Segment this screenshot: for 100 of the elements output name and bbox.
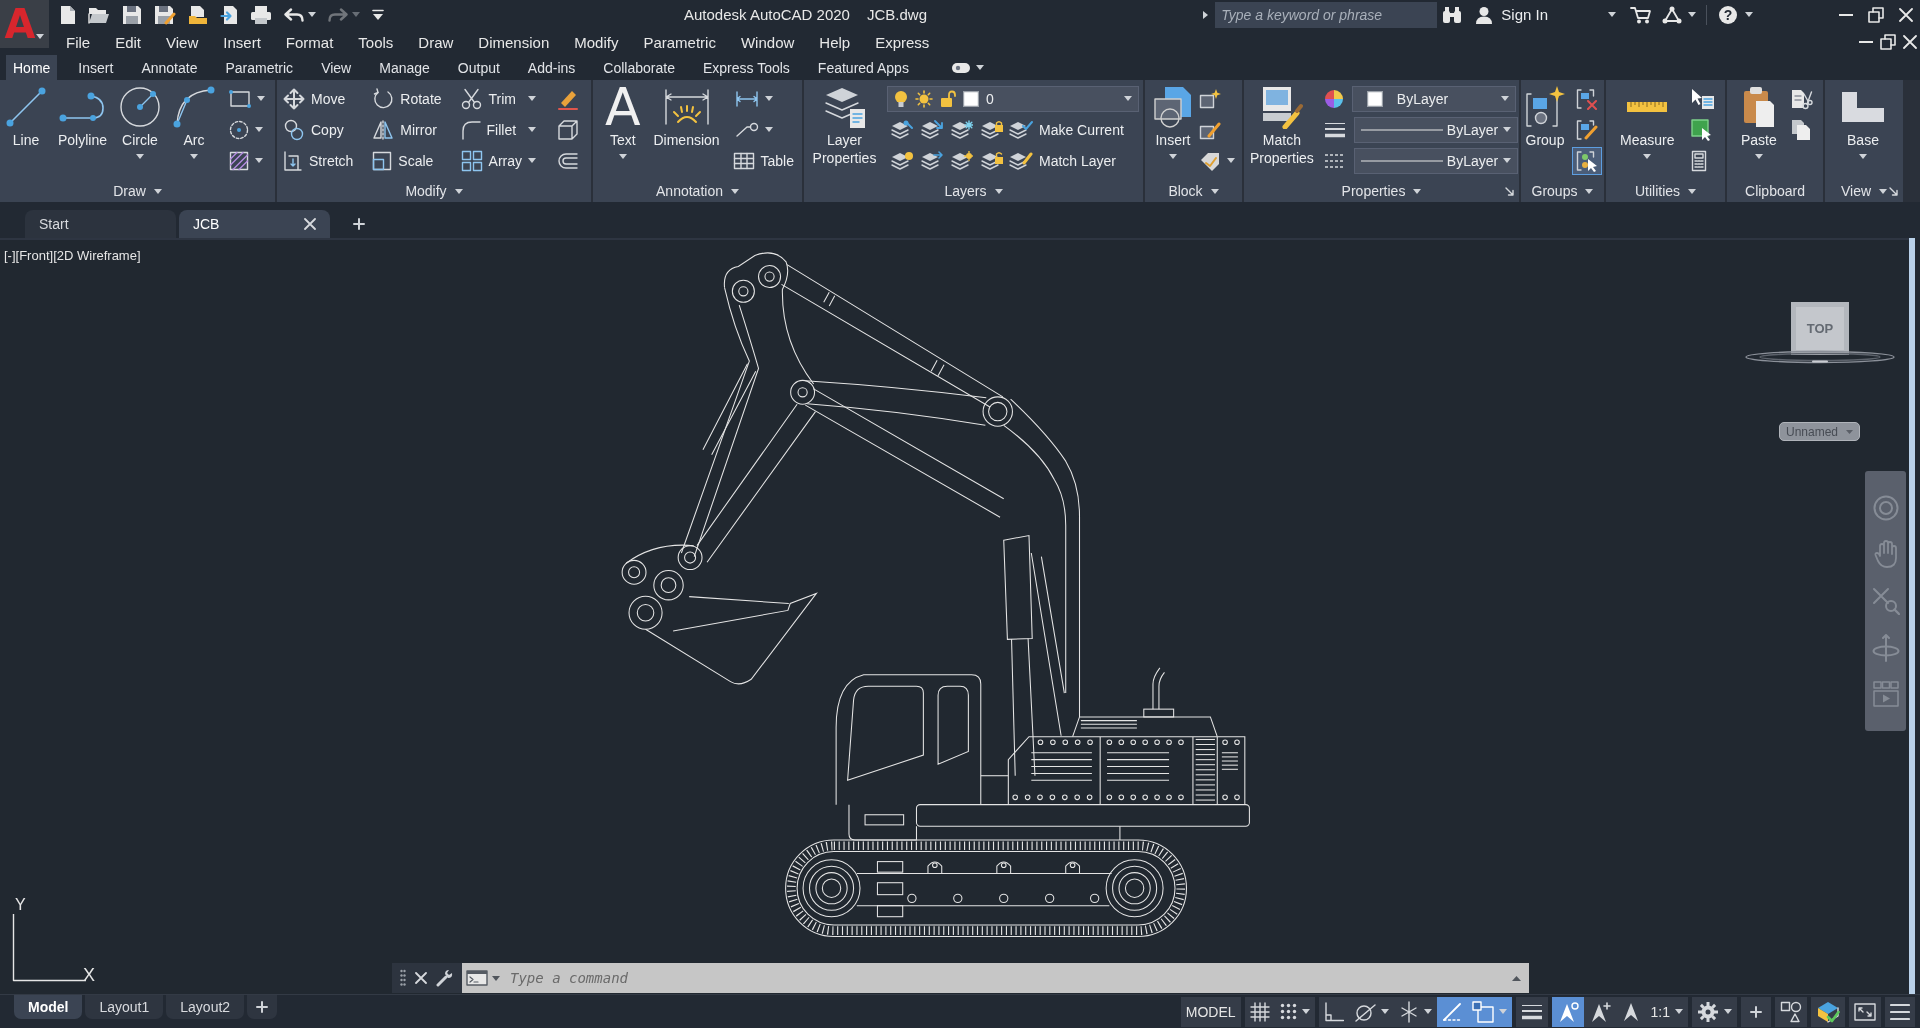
panel-title[interactable]: Properties <box>1341 181 1422 201</box>
graphics-performance-button[interactable] <box>1811 996 1845 1027</box>
panel-title[interactable]: View <box>1840 181 1888 201</box>
grip-icon[interactable] <box>400 969 407 987</box>
menu-item[interactable]: Dimension <box>478 33 550 51</box>
ribbon-tab[interactable]: Output <box>450 55 507 80</box>
dimension-button[interactable]: Dimension <box>651 83 722 149</box>
match-properties-button[interactable]: Match Properties <box>1248 83 1316 167</box>
compass-ring-icon[interactable] <box>1745 350 1895 364</box>
autoscale-button[interactable] <box>1583 996 1616 1027</box>
line-style-dropdown[interactable]: ByLayer <box>1353 147 1518 174</box>
lineweight-button[interactable] <box>1515 996 1548 1027</box>
base-view-button[interactable]: Base <box>1839 83 1887 159</box>
model-space-button[interactable]: MODEL <box>1180 996 1241 1027</box>
file-tab[interactable]: JCB <box>179 210 330 238</box>
caret-up-icon[interactable] <box>1512 975 1521 981</box>
viewport-control[interactable]: [2D Wireframe] <box>53 248 141 263</box>
mirror-button[interactable]: Mirror <box>370 115 444 144</box>
search-field[interactable]: Type a keyword or phrase <box>1215 1 1438 28</box>
copy-button[interactable]: Copy <box>281 115 356 144</box>
object-tracking-button[interactable] <box>1436 996 1467 1027</box>
menu-item[interactable]: Tools <box>358 33 394 51</box>
panel-title[interactable]: Draw <box>113 181 162 201</box>
panel-title[interactable]: Block <box>1168 181 1219 201</box>
snap-button[interactable] <box>1274 996 1315 1027</box>
panel-title[interactable]: Clipboard <box>1745 181 1805 201</box>
group-button[interactable]: Group <box>1523 83 1567 149</box>
ribbon-tab[interactable]: Featured Apps <box>810 55 916 80</box>
layout-tab[interactable]: Model <box>14 995 83 1019</box>
arc-button[interactable]: Arc <box>171 83 217 159</box>
line-button[interactable]: Line <box>4 83 48 149</box>
menu-item[interactable]: Window <box>740 33 795 51</box>
dialog-launcher-icon[interactable] <box>1505 186 1514 196</box>
ribbon-tab[interactable]: Collaborate <box>596 55 682 80</box>
close-icon[interactable] <box>1899 7 1913 22</box>
line-style-dropdown[interactable]: ByLayer <box>1353 116 1518 143</box>
caret-icon[interactable] <box>492 975 500 981</box>
menu-item[interactable]: File <box>66 33 91 51</box>
dialog-launcher-icon[interactable] <box>1889 186 1898 196</box>
plus-icon[interactable] <box>353 218 365 230</box>
close-icon[interactable] <box>415 972 427 984</box>
array-button[interactable]: Array <box>458 146 538 175</box>
menu-item[interactable]: Edit <box>115 33 142 51</box>
triangle-nodes-icon[interactable] <box>1662 5 1682 24</box>
close-icon[interactable] <box>1903 35 1917 49</box>
trim-button[interactable]: Trim <box>458 84 538 113</box>
ribbon-tab[interactable]: Manage <box>372 55 437 80</box>
isodraft-button[interactable] <box>1393 996 1437 1027</box>
move-button[interactable]: Move <box>281 84 356 113</box>
ribbon-tab[interactable]: Insert <box>71 55 121 80</box>
caret-icon[interactable] <box>1688 12 1696 17</box>
viewport-control[interactable]: [-] <box>4 248 16 263</box>
command-input[interactable]: Type a command <box>504 965 1508 991</box>
plus-icon[interactable] <box>256 1001 269 1013</box>
plus-button[interactable] <box>1741 996 1771 1027</box>
close-icon[interactable] <box>304 218 316 230</box>
table-button[interactable]: Table <box>730 146 796 175</box>
scale-button[interactable]: Scale <box>370 146 444 175</box>
ribbon-tab[interactable]: Express Tools <box>695 55 797 80</box>
group-selection-button[interactable] <box>1572 146 1602 175</box>
file-tab[interactable]: Start <box>25 210 176 238</box>
binoculars-icon[interactable] <box>1442 5 1463 24</box>
panel-title[interactable]: Groups <box>1531 181 1594 201</box>
circle-button[interactable]: Circle <box>117 83 163 159</box>
grid-button[interactable] <box>1244 996 1275 1027</box>
menu-item[interactable]: Parametric <box>643 33 716 51</box>
wrench-icon[interactable] <box>435 969 454 987</box>
restore-icon[interactable] <box>1880 34 1896 50</box>
measure-button[interactable]: Measure <box>1618 83 1677 159</box>
layer-properties-button[interactable]: Layer Properties <box>808 83 881 167</box>
stretch-button[interactable]: Stretch <box>281 146 356 175</box>
paste-button[interactable]: Paste <box>1739 83 1779 159</box>
menu-item[interactable]: View <box>166 33 199 51</box>
annotation-visibility-button[interactable] <box>1551 996 1584 1027</box>
annotation-scale-menu[interactable]: 1:1 <box>1645 996 1688 1027</box>
viewport-control[interactable]: [Front] <box>15 248 54 263</box>
ribbon-tab[interactable]: View <box>314 55 359 80</box>
color-dropdown[interactable]: ByLayer <box>1351 85 1516 112</box>
isolate-button[interactable] <box>1775 996 1807 1027</box>
terminal-icon[interactable] <box>466 970 488 986</box>
menu-item[interactable]: Help <box>819 33 851 51</box>
menu-button[interactable] <box>1885 996 1915 1027</box>
match-layer-button[interactable]: Match Layer <box>1007 146 1139 175</box>
caret-icon[interactable] <box>975 65 984 70</box>
panel-title[interactable]: Annotation <box>656 181 739 201</box>
panel-title[interactable]: Layers <box>944 181 1003 201</box>
ribbon-tab[interactable]: Annotate <box>134 55 205 80</box>
minimize-icon[interactable] <box>1839 13 1853 16</box>
rotate-button[interactable]: Rotate <box>370 84 444 113</box>
text-button[interactable]: A Text <box>603 83 643 159</box>
cart-icon[interactable] <box>1630 5 1652 24</box>
ortho-button[interactable] <box>1318 996 1349 1027</box>
layer-dropdown[interactable]: 0 <box>887 85 1139 112</box>
menu-item[interactable]: Insert <box>223 33 261 51</box>
settings-button[interactable] <box>1692 996 1737 1027</box>
panel-title[interactable]: Utilities <box>1634 181 1697 201</box>
layout-tab[interactable]: Layout2 <box>166 995 245 1019</box>
sign-in-link[interactable]: Sign In <box>1501 6 1548 23</box>
menu-item[interactable]: Modify <box>574 33 619 51</box>
caret-icon[interactable] <box>1608 12 1616 17</box>
